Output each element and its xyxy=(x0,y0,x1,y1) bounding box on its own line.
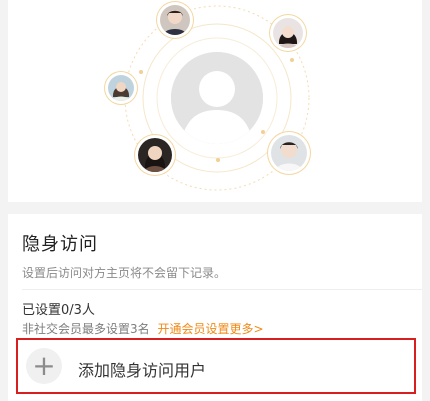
upgrade-link-label: 开通会员设置更多 xyxy=(157,322,254,336)
upgrade-link[interactable]: 开通会员设置更多> xyxy=(157,322,263,336)
divider xyxy=(22,289,422,290)
default-user-avatar-icon xyxy=(171,52,263,144)
add-stealth-user-button[interactable]: + 添加隐身访问用户 xyxy=(16,338,416,394)
chevron-right-icon: > xyxy=(253,322,264,336)
status-count: 已设置0/3人 xyxy=(22,303,95,318)
friend-avatar xyxy=(160,5,190,35)
friend-avatar xyxy=(273,18,303,48)
screen: 隐身访问 设置后访问对方主页将不会留下记录。 已设置0/3人 非社交会员最多设置… xyxy=(0,0,430,401)
limit-text: 非社交会员最多设置3名 xyxy=(22,322,150,336)
add-button-label: 添加隐身访问用户 xyxy=(78,361,207,380)
section-title: 隐身访问 xyxy=(22,234,98,255)
limit-line: 非社交会员最多设置3名 开通会员设置更多> xyxy=(22,320,264,337)
section-description: 设置后访问对方主页将不会留下记录。 xyxy=(22,266,227,280)
friend-avatar xyxy=(108,75,134,101)
plus-icon: + xyxy=(26,348,62,384)
friend-avatar xyxy=(271,135,307,171)
friend-avatar xyxy=(138,138,172,172)
